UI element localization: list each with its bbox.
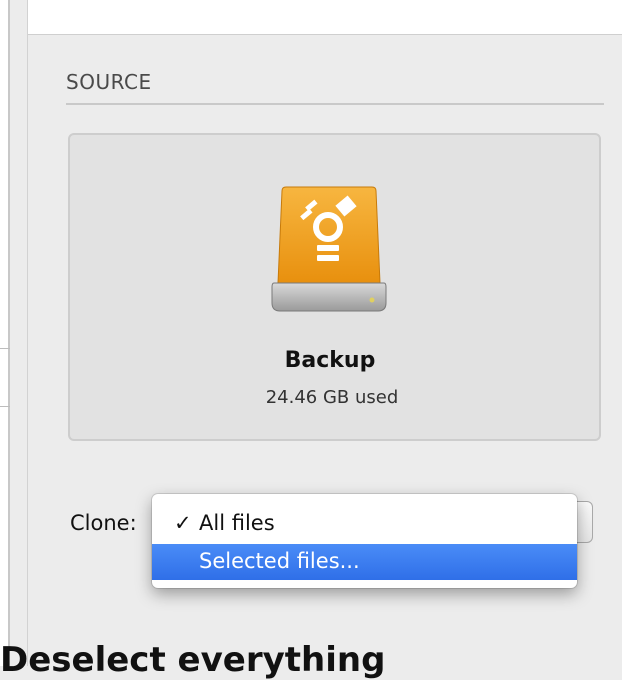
top-toolbar-area [28, 0, 622, 35]
menu-item-label: All files [199, 511, 275, 535]
disk-name: Backup [284, 348, 376, 373]
section-divider [66, 103, 604, 105]
panel-border [27, 0, 28, 666]
source-section-header: SOURCE [66, 70, 152, 94]
disk-usage: 24.46 GB used [265, 387, 399, 408]
clone-label: Clone: [70, 511, 137, 535]
external-drive-firewire-icon [271, 186, 387, 312]
caption-text: Deselect everything [0, 640, 386, 680]
sidebar-separator [8, 0, 10, 666]
menu-item-selected-files[interactable]: Selected files... [152, 544, 577, 580]
clone-dropdown-menu: ✓ All files Selected files... [152, 494, 577, 588]
checkmark-icon: ✓ [174, 511, 192, 535]
menu-item-all-files[interactable]: ✓ All files [152, 504, 577, 542]
menu-item-label: Selected files... [199, 549, 360, 573]
